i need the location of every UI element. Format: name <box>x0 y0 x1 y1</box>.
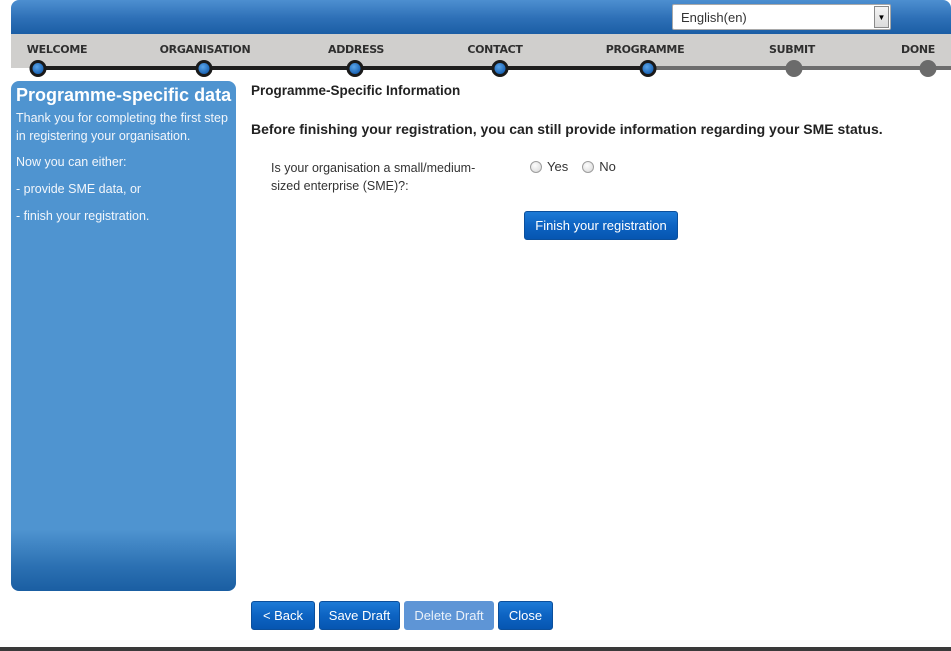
step-label-welcome: WELCOME <box>26 43 88 56</box>
step-label-organisation: ORGANISATION <box>159 43 251 56</box>
step-label-programme: PROGRAMME <box>605 43 685 56</box>
radio-button-yes[interactable] <box>530 160 542 173</box>
step-label-contact: CONTACT <box>467 43 523 56</box>
step-dot-programme <box>639 60 657 77</box>
step-label-submit: SUBMIT <box>769 43 815 56</box>
chevron-down-icon[interactable]: ▼ <box>874 6 889 28</box>
back-button[interactable]: < Back <box>251 601 315 630</box>
sidebar-title: Programme-specific data <box>16 85 232 105</box>
close-button[interactable]: Close <box>498 601 553 630</box>
step-dot-organisation <box>195 60 213 77</box>
step-label-done: DONE <box>900 43 936 56</box>
sidebar-paragraph: Thank you for completing the first step … <box>16 111 228 143</box>
step-label-address: ADDRESS <box>327 43 385 56</box>
page-edge <box>0 0 11 34</box>
step-dot-contact <box>491 60 509 77</box>
sme-question-label: Is your organisation a small/medium-size… <box>271 161 476 193</box>
sme-yes-option[interactable]: Yes <box>530 159 568 174</box>
step-dot-done <box>919 60 937 77</box>
sidebar-paragraph: Now you can either: <box>16 155 127 169</box>
language-select[interactable]: English(en) ▼ <box>672 4 891 30</box>
step-dot-welcome <box>29 60 47 77</box>
intro-text: Before finishing your registration, you … <box>251 121 883 137</box>
radio-label-no[interactable]: No <box>599 159 616 174</box>
sme-no-option[interactable]: No <box>582 159 616 174</box>
step-dot-submit <box>785 60 803 77</box>
sme-radio-group: Yes No <box>530 159 616 174</box>
finish-registration-button[interactable]: Finish your registration <box>524 211 678 240</box>
sidebar-paragraph: - finish your registration. <box>16 209 150 223</box>
save-draft-button[interactable]: Save Draft <box>319 601 400 630</box>
progress-line-completed <box>38 66 648 70</box>
radio-label-yes[interactable]: Yes <box>547 159 568 174</box>
step-dot-address <box>346 60 364 77</box>
language-select-value: English(en) <box>681 10 747 25</box>
radio-button-no[interactable] <box>582 160 595 173</box>
sidebar-paragraph: - provide SME data, or <box>16 182 142 196</box>
bottom-divider <box>0 647 951 651</box>
section-title: Programme-Specific Information <box>251 83 461 98</box>
delete-draft-button: Delete Draft <box>404 601 494 630</box>
info-sidebar: Programme-specific data Thank you for co… <box>11 81 236 591</box>
